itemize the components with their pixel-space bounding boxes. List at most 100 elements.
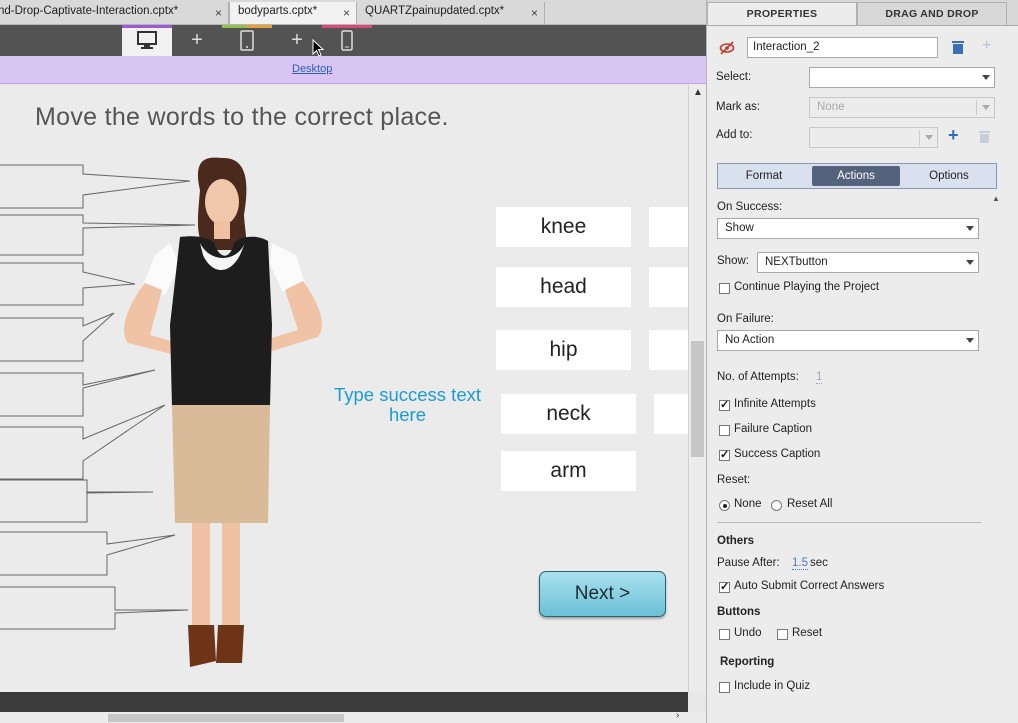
tab-quartzpainupdated[interactable]: QUARTZpainupdated.cptx* × xyxy=(357,2,545,24)
reset-all-radio[interactable] xyxy=(771,500,782,511)
reset-button-label: Reset xyxy=(792,627,823,639)
undo-label: Undo xyxy=(734,627,762,639)
tab-label: nd-Drop-Captivate-Interaction.cptx* xyxy=(0,5,179,17)
delete-icon[interactable] xyxy=(978,130,991,144)
reset-all-label: Reset All xyxy=(787,498,833,510)
on-success-dropdown[interactable]: Show xyxy=(717,218,979,239)
delete-icon[interactable] xyxy=(951,40,965,55)
close-icon[interactable]: × xyxy=(215,6,222,20)
drag-word-slot[interactable] xyxy=(649,267,688,307)
mobile-icon xyxy=(341,30,353,51)
drag-word-slot[interactable] xyxy=(649,207,688,247)
subtab-bar: Format Actions Options xyxy=(717,163,997,189)
desktop-icon xyxy=(137,31,157,49)
scroll-thumb[interactable] xyxy=(108,714,344,722)
next-button[interactable]: Next > xyxy=(539,571,666,617)
undo-checkbox[interactable] xyxy=(719,629,730,640)
show-dropdown[interactable]: NEXTbutton xyxy=(757,252,979,273)
drag-word-slot[interactable] xyxy=(654,394,688,434)
device-color-stripe xyxy=(122,25,172,28)
reporting-heading: Reporting xyxy=(720,656,775,668)
subtab-format[interactable]: Format xyxy=(720,166,808,186)
tablet-device-button[interactable] xyxy=(222,25,272,56)
drag-word-knee[interactable]: knee xyxy=(496,207,631,247)
breakpoint-label[interactable]: Desktop xyxy=(292,63,332,75)
add-to-dropdown[interactable] xyxy=(809,127,938,148)
add-icon[interactable]: + xyxy=(982,37,991,55)
scroll-up-icon[interactable]: ▲ xyxy=(992,194,1000,203)
infinite-attempts-checkbox[interactable] xyxy=(719,398,730,411)
mark-as-dropdown[interactable]: None xyxy=(809,97,995,118)
filmstrip-bar xyxy=(0,692,688,712)
include-in-quiz-checkbox[interactable] xyxy=(719,682,730,693)
device-color-stripe xyxy=(247,25,272,28)
pause-after-value[interactable]: 1.5 xyxy=(792,557,808,570)
tab-label: bodyparts.cptx* xyxy=(238,5,318,17)
attempts-value[interactable]: 1 xyxy=(816,371,823,384)
chevron-down-icon xyxy=(966,226,974,231)
breakpoint-label-bar: Desktop xyxy=(0,56,706,84)
add-icon[interactable]: + xyxy=(948,125,959,146)
vertical-scrollbar[interactable]: ▲ xyxy=(688,85,706,692)
device-color-stripe xyxy=(322,25,372,28)
drag-word-slot[interactable] xyxy=(649,330,688,370)
on-success-value: Show xyxy=(725,222,754,234)
reset-label: Reset: xyxy=(717,474,751,486)
add-breakpoint-button[interactable]: + xyxy=(172,25,222,56)
close-icon[interactable]: × xyxy=(343,6,350,20)
chevron-down-icon xyxy=(966,338,974,343)
scroll-right-icon[interactable]: › xyxy=(676,710,679,721)
others-heading: Others xyxy=(717,535,755,547)
tab-label: QUARTZpainupdated.cptx* xyxy=(365,5,505,17)
panel-tabs: PROPERTIES DRAG AND DROP xyxy=(707,0,1018,26)
tablet-icon xyxy=(240,30,254,51)
interaction-name-input[interactable]: Interaction_2 xyxy=(747,37,938,58)
mobile-device-button[interactable] xyxy=(322,25,372,56)
subtab-actions[interactable]: Actions xyxy=(812,166,900,186)
infinite-attempts-label: Infinite Attempts xyxy=(734,398,816,410)
horizontal-scrollbar[interactable]: › xyxy=(0,710,706,723)
continue-playing-checkbox[interactable] xyxy=(719,283,730,294)
scroll-thumb[interactable] xyxy=(691,341,704,457)
pause-after-unit: sec xyxy=(810,557,828,569)
device-color-stripe xyxy=(222,25,247,28)
mark-as-label: Mark as: xyxy=(716,101,761,113)
subtab-options[interactable]: Options xyxy=(904,166,994,186)
tab-drag-drop-captivate[interactable]: nd-Drop-Captivate-Interaction.cptx* × xyxy=(0,2,229,24)
tab-properties[interactable]: PROPERTIES xyxy=(707,2,857,25)
tab-bodyparts[interactable]: bodyparts.cptx* × xyxy=(229,2,357,24)
tab-drag-and-drop[interactable]: DRAG AND DROP xyxy=(857,2,1007,25)
reset-none-radio[interactable] xyxy=(719,500,730,511)
slide-stage: Move the words to the correct place. kne… xyxy=(0,85,688,692)
success-caption-checkbox[interactable] xyxy=(719,448,730,461)
pause-after-label: Pause After: xyxy=(717,557,780,569)
on-failure-dropdown[interactable]: No Action xyxy=(717,330,979,351)
divider xyxy=(976,100,977,115)
auto-submit-checkbox[interactable] xyxy=(719,580,730,593)
success-caption-label: Success Caption xyxy=(734,448,821,460)
chevron-down-icon xyxy=(925,135,933,140)
mark-as-value: None xyxy=(817,101,845,113)
select-dropdown[interactable] xyxy=(809,67,995,88)
failure-caption-checkbox[interactable] xyxy=(719,425,730,436)
desktop-device-button[interactable] xyxy=(122,25,172,56)
drag-word-hip[interactable]: hip xyxy=(496,330,631,370)
failure-caption-label: Failure Caption xyxy=(734,423,812,435)
close-icon[interactable]: × xyxy=(531,6,538,20)
attempts-label: No. of Attempts: xyxy=(717,371,799,383)
drag-word-neck[interactable]: neck xyxy=(501,394,636,434)
document-tab-bar: nd-Drop-Captivate-Interaction.cptx* × bo… xyxy=(0,0,706,25)
scroll-up-icon[interactable]: ▲ xyxy=(693,87,703,98)
on-failure-value: No Action xyxy=(725,334,775,346)
visibility-hidden-icon[interactable] xyxy=(719,41,735,55)
reset-checkbox[interactable] xyxy=(777,629,788,640)
include-in-quiz-label: Include in Quiz xyxy=(734,680,811,692)
divider xyxy=(919,130,920,145)
add-to-label: Add to: xyxy=(716,129,753,141)
auto-submit-label: Auto Submit Correct Answers xyxy=(734,580,885,592)
drag-word-arm[interactable]: arm xyxy=(501,451,636,491)
properties-panel: PROPERTIES DRAG AND DROP Interaction_2 +… xyxy=(706,0,1018,723)
divider xyxy=(717,522,981,523)
drag-word-head[interactable]: head xyxy=(496,267,631,307)
success-caption[interactable]: Type success text here xyxy=(320,385,495,425)
